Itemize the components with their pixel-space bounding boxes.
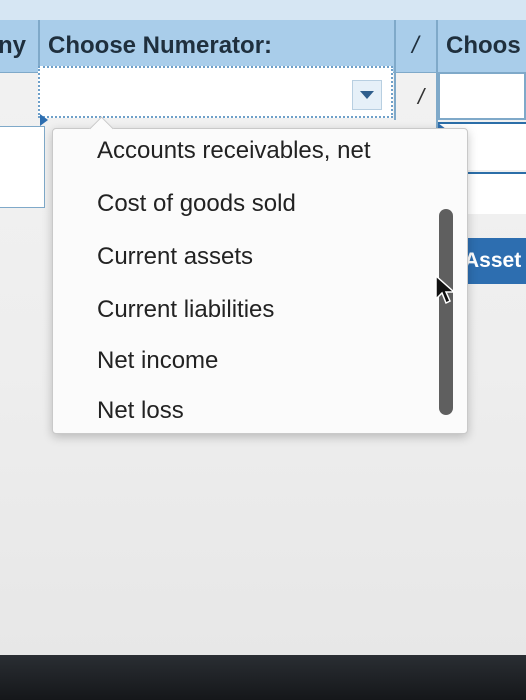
mouse-pointer-icon (435, 275, 456, 305)
dropdown-option[interactable]: Accounts receivables, net (97, 137, 370, 165)
dropdown-option[interactable]: Current liabilities (97, 296, 274, 324)
numerator-dropdown-button[interactable] (352, 80, 382, 110)
column-divider (38, 20, 40, 72)
chevron-down-icon (360, 91, 374, 99)
column-divider (394, 20, 396, 120)
denominator-select[interactable] (438, 72, 526, 120)
header-divider: / (412, 32, 419, 59)
header-denominator-fragment: Choos (446, 32, 521, 59)
screen: ny Choose Numerator: / Choos / Asset Acc… (0, 0, 526, 655)
top-strip (0, 0, 526, 21)
header-left-fragment: ny (0, 32, 27, 59)
monitor-bezel (0, 655, 526, 700)
cell-marker-icon (40, 114, 48, 126)
left-cell[interactable] (0, 126, 45, 208)
header-numerator-label: Choose Numerator: (48, 32, 273, 59)
dropdown-option[interactable]: Current assets (97, 243, 253, 271)
dropdown-scrollbar[interactable] (439, 209, 453, 415)
numerator-select[interactable] (38, 66, 393, 118)
dropdown-option[interactable]: Net income (97, 347, 218, 375)
row-divider-symbol: / (418, 84, 425, 109)
numerator-dropdown-menu[interactable]: Accounts receivables, net Cost of goods … (52, 116, 468, 434)
dropdown-option[interactable]: Cost of goods sold (97, 190, 296, 218)
asset-header-badge: Asset (458, 238, 526, 284)
dropdown-option[interactable]: Net loss (97, 397, 184, 425)
